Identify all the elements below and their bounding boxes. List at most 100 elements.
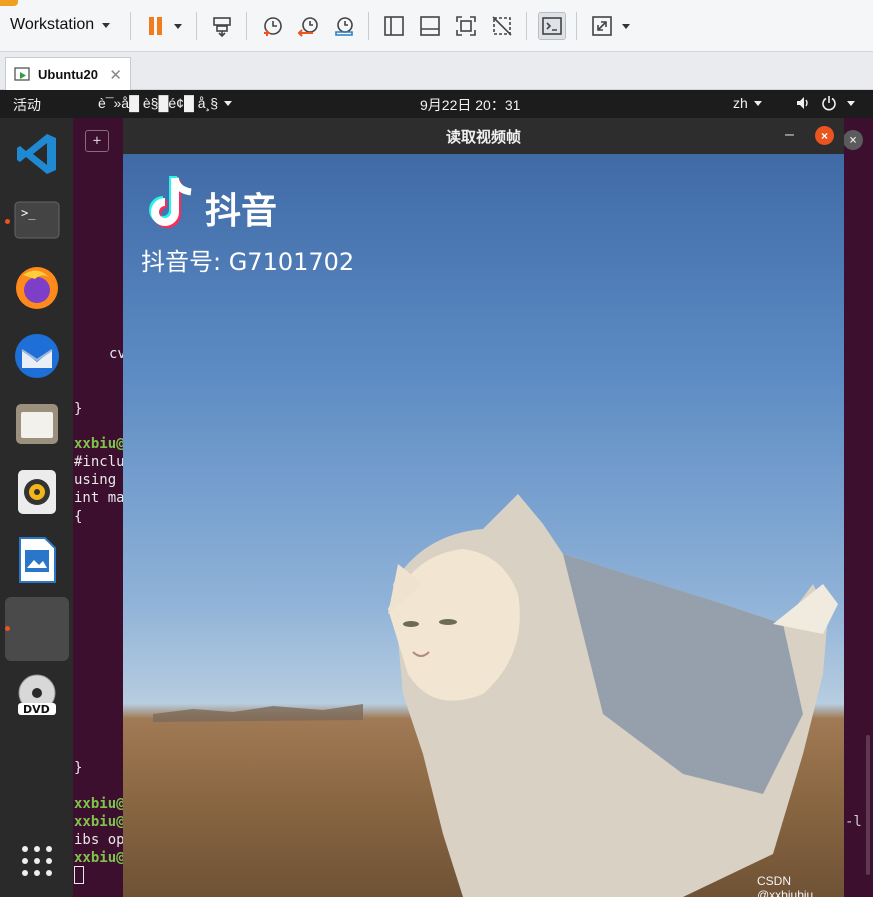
rhythmbox-icon [18, 470, 56, 514]
dock-item-libreoffice-writer[interactable] [11, 534, 63, 586]
window-title: 读取视频帧 [445, 128, 521, 146]
dvd-icon: DVD [18, 674, 56, 716]
clock[interactable]: 9月22日 20：31 [420, 95, 520, 115]
dock-item-vscode[interactable] [11, 128, 63, 180]
vm-tab-strip: Ubuntu20 ✕ [0, 52, 873, 91]
toolbar-divider [526, 12, 527, 40]
video-frame-window: 读取视频帧 – × 抖音 抖音号: G7101702 CSDN @xxbiubi… [123, 118, 844, 897]
chevron-down-icon [224, 100, 233, 106]
ubuntu-dock: >_ DVD [0, 118, 73, 897]
system-menu[interactable] [795, 95, 855, 111]
terminal-scrollbar[interactable] [866, 735, 870, 875]
douyin-brand-text: 抖音 [205, 191, 278, 232]
terminal-prompt: xxbiu@ [74, 814, 125, 830]
window-titlebar[interactable]: 读取视频帧 [123, 118, 844, 154]
writer-icon [19, 537, 56, 583]
svg-text:DVD: DVD [23, 703, 50, 716]
chevron-down-icon [622, 23, 630, 29]
chevron-down-icon [174, 23, 182, 29]
dock-item-terminal[interactable]: >_ [11, 194, 63, 246]
stretch-guest-button[interactable] [588, 12, 616, 40]
unity-mode-button[interactable] [488, 12, 516, 40]
minimize-button[interactable]: – [785, 126, 794, 144]
firefox-icon [16, 267, 58, 309]
revert-snapshot-button[interactable] [294, 12, 322, 40]
terminal-line: } [74, 401, 83, 417]
dock-item-rhythmbox[interactable] [11, 466, 63, 518]
csdn-watermark: CSDN @xxbiubiu [757, 874, 814, 897]
terminal-line: using [74, 472, 117, 488]
input-method-menu[interactable]: zh [733, 95, 762, 111]
input-method-label: zh [733, 95, 748, 111]
terminal-line: ibs op [74, 832, 125, 848]
terminal-line: #inclu [74, 454, 125, 470]
workstation-menu[interactable]: Workstation [10, 16, 111, 34]
pause-button[interactable] [142, 12, 170, 40]
send-keys-icon [213, 17, 231, 37]
dock-item-firefox[interactable] [11, 261, 63, 313]
dock-item-files[interactable] [11, 398, 63, 450]
full-screen-button[interactable] [452, 12, 480, 40]
bottom-panel-icon [420, 16, 440, 36]
toolbar-divider [130, 12, 131, 40]
screen: Workstation Ubuntu20 ✕ + cv} xxbiu@ #in… [0, 0, 873, 897]
dock-item-dvd[interactable]: DVD [11, 670, 63, 722]
running-indicator [5, 219, 10, 224]
toolbar-divider [246, 12, 247, 40]
terminal-icon: >_ [14, 201, 60, 239]
vscode-icon [17, 134, 56, 174]
terminal-close-button[interactable]: × [843, 130, 863, 150]
terminal-line: { [74, 509, 83, 525]
files-icon [16, 404, 58, 444]
app-menu[interactable]: è¯»å█ è§█é¢█ å¸§ [98, 95, 233, 111]
vmware-toolbar: Workstation [0, 0, 873, 52]
app-grid-icon [22, 846, 52, 876]
unity-mode-icon [492, 16, 512, 36]
show-library-button[interactable] [380, 12, 408, 40]
tab-label: Ubuntu20 [38, 67, 98, 82]
sidebar-layout-icon [384, 16, 404, 36]
terminal-prompt: xxbiu@ [74, 796, 125, 812]
stretch-icon [592, 16, 612, 36]
volume-icon [797, 97, 808, 109]
toolbar-divider [576, 12, 577, 40]
workstation-menu-label: Workstation [10, 16, 95, 33]
dock-item-thunderbird[interactable] [11, 330, 63, 382]
new-terminal-tab-button[interactable]: + [85, 130, 109, 152]
tab-ubuntu20[interactable]: Ubuntu20 ✕ [5, 57, 131, 91]
toolbar-divider [368, 12, 369, 40]
power-options-dropdown[interactable] [168, 12, 188, 40]
revert-snapshot-icon [297, 17, 318, 37]
stretch-options-dropdown[interactable] [616, 12, 636, 40]
gnome-top-bar: 活动 è¯»å█ è§█é¢█ å¸§ 9月22日 20：31 zh [0, 90, 873, 118]
thunderbird-icon [15, 334, 59, 378]
send-ctrl-alt-del-button[interactable] [208, 12, 236, 40]
vmware-logo-icon [0, 0, 18, 6]
snapshot-manager-button[interactable] [330, 12, 358, 40]
douyin-logo-icon [149, 176, 192, 228]
show-applications-button[interactable] [11, 835, 63, 887]
chevron-down-icon [753, 100, 762, 106]
activities-button[interactable]: 活动 [13, 95, 41, 115]
app-menu-label: è¯»å█ è§█é¢█ å¸§ [98, 95, 219, 111]
terminal-cursor [74, 866, 84, 884]
terminal-prompt: xxbiu@ [74, 850, 125, 866]
show-thumbnail-bar-button[interactable] [416, 12, 444, 40]
video-frame: 抖音 抖音号: G7101702 CSDN @xxbiubiu [123, 154, 844, 897]
power-icon [822, 96, 836, 111]
svg-text:>_: >_ [21, 206, 36, 220]
console-view-button[interactable] [538, 12, 566, 40]
snapshot-manager-icon [335, 17, 353, 36]
terminal-line: } [74, 760, 83, 776]
chevron-down-icon [102, 22, 111, 28]
running-indicator [5, 626, 10, 631]
close-tab-icon[interactable]: ✕ [109, 66, 122, 84]
toolbar-divider [196, 12, 197, 40]
close-window-button[interactable]: × [815, 126, 834, 145]
take-snapshot-button[interactable] [258, 12, 286, 40]
pause-icon [149, 17, 162, 35]
virtual-machine-icon [14, 66, 30, 81]
chevron-down-icon [847, 100, 855, 106]
console-icon [542, 17, 562, 35]
dock-item-opencv-app[interactable] [5, 597, 69, 661]
